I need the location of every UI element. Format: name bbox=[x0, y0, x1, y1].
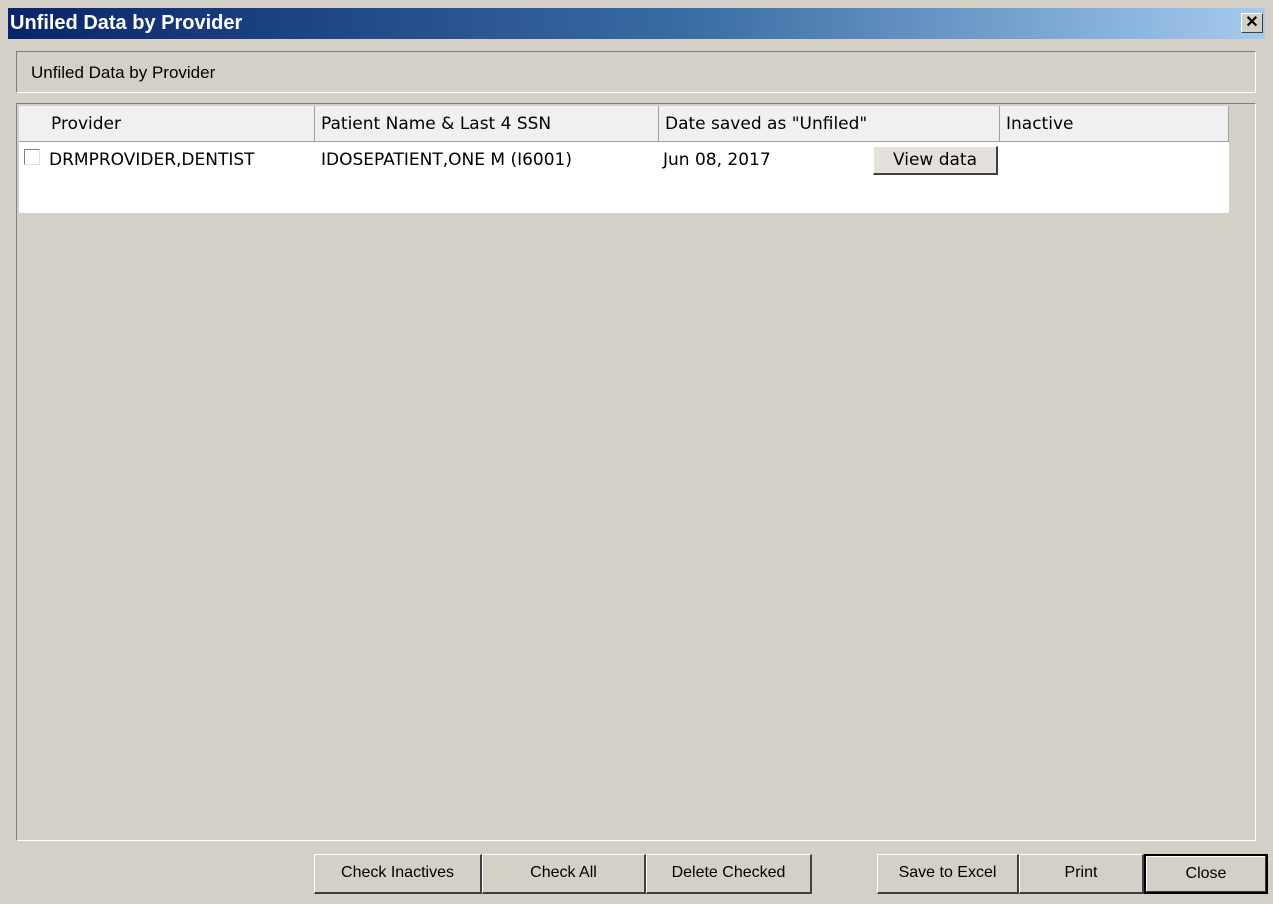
check-all-button[interactable]: Check All bbox=[482, 854, 646, 894]
dialog-window: Unfiled Data by Provider ✕ Unfiled Data … bbox=[0, 0, 1273, 904]
cell-patient: IDOSEPATIENT,ONE M (I6001) bbox=[321, 150, 572, 170]
save-to-excel-button[interactable]: Save to Excel bbox=[877, 854, 1019, 894]
print-button[interactable]: Print bbox=[1019, 854, 1144, 894]
table-row[interactable]: DRMPROVIDER,DENTIST IDOSEPATIENT,ONE M (… bbox=[19, 142, 1229, 178]
close-button[interactable]: Close bbox=[1144, 854, 1268, 894]
window-close-button[interactable]: ✕ bbox=[1241, 13, 1263, 33]
delete-checked-button[interactable]: Delete Checked bbox=[646, 854, 812, 894]
view-data-button[interactable]: View data bbox=[873, 146, 998, 175]
close-icon: ✕ bbox=[1245, 14, 1259, 31]
grid-body: DRMPROVIDER,DENTIST IDOSEPATIENT,ONE M (… bbox=[19, 142, 1229, 213]
window-title: Unfiled Data by Provider bbox=[10, 12, 243, 34]
cell-provider: DRMPROVIDER,DENTIST bbox=[49, 150, 255, 170]
title-bar[interactable]: Unfiled Data by Provider ✕ bbox=[8, 8, 1265, 39]
header-panel: Unfiled Data by Provider bbox=[16, 51, 1256, 93]
column-header-date-saved[interactable]: Date saved as "Unfiled" bbox=[659, 106, 1000, 142]
row-checkbox[interactable] bbox=[24, 149, 40, 165]
column-header-patient[interactable]: Patient Name & Last 4 SSN bbox=[315, 106, 659, 142]
check-inactives-button[interactable]: Check Inactives bbox=[314, 854, 482, 894]
header-panel-label: Unfiled Data by Provider bbox=[31, 63, 216, 82]
unfiled-data-grid[interactable]: Provider Patient Name & Last 4 SSN Date … bbox=[16, 103, 1256, 841]
column-header-provider[interactable]: Provider bbox=[19, 106, 315, 142]
grid-header: Provider Patient Name & Last 4 SSN Date … bbox=[19, 106, 1229, 142]
column-header-inactive[interactable]: Inactive bbox=[1000, 106, 1229, 142]
cell-date-saved: Jun 08, 2017 bbox=[663, 150, 771, 170]
